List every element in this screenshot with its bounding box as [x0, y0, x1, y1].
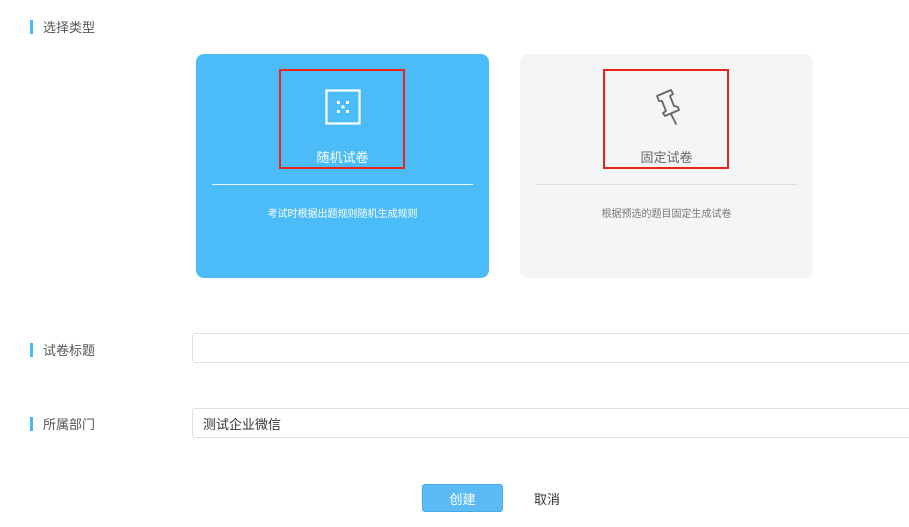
exam-title-input[interactable]: [192, 333, 909, 363]
random-exam-description: 考试时根据出题规则随机生成规则: [267, 209, 418, 220]
fixed-exam-card[interactable]: 固定试卷 根据预选的题目固定生成试卷: [520, 54, 813, 278]
pin-icon: [649, 89, 685, 125]
create-exam-page: 选择类型 随机试卷 考试时根据出题规则随机生成规则 固定试卷 根据预选的题目固定…: [0, 0, 909, 527]
create-button[interactable]: 创建: [422, 484, 503, 512]
fixed-card-divider: [536, 184, 797, 185]
department-label-row: 所属部门: [30, 414, 95, 433]
exam-title-label-row: 试卷标题: [30, 340, 95, 359]
section-marker: [30, 19, 33, 34]
random-exam-title: 随机试卷: [316, 151, 369, 166]
random-card-divider: [212, 184, 473, 185]
fixed-exam-title: 固定试卷: [640, 151, 693, 166]
cancel-button[interactable]: 取消: [520, 484, 574, 512]
department-label: 所属部门: [43, 418, 96, 433]
section-marker: [30, 342, 33, 357]
dice-icon: [324, 89, 361, 125]
section-select-type: 选择类型: [30, 17, 95, 36]
department-value: 测试企业微信: [203, 417, 282, 433]
department-input[interactable]: 测试企业微信: [192, 408, 909, 438]
section-marker: [30, 416, 33, 431]
section-select-type-label: 选择类型: [43, 21, 96, 36]
fixed-exam-description: 根据预选的题目固定生成试卷: [601, 209, 732, 220]
random-exam-card[interactable]: 随机试卷 考试时根据出题规则随机生成规则: [196, 54, 489, 278]
exam-title-label: 试卷标题: [43, 344, 96, 359]
